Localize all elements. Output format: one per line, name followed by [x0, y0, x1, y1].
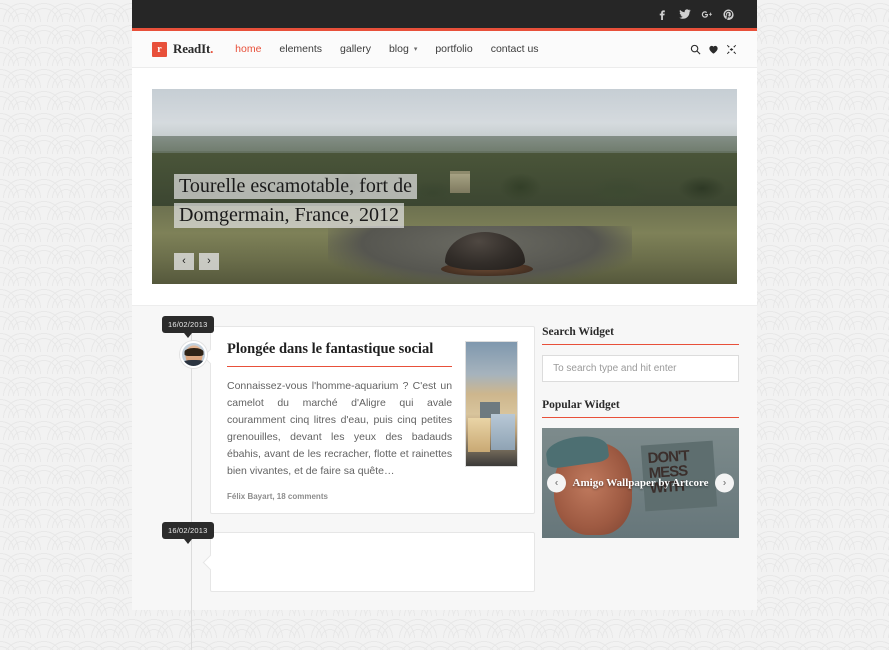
facebook-icon[interactable] — [654, 6, 671, 23]
nav-item-elements[interactable]: elements — [279, 43, 322, 55]
site-logo[interactable]: r ReadIt. — [152, 41, 213, 57]
hero-caption: Tourelle escamotable, fort de Domgermain… — [174, 172, 417, 230]
avatar-hair — [184, 347, 203, 356]
nav-label: portfolio — [435, 43, 473, 55]
top-social-bar — [132, 0, 757, 31]
search-widget-title: Search Widget — [542, 326, 739, 345]
post-date-badge: 16/02/2013 — [162, 522, 214, 544]
site-wrapper: r ReadIt. home elements gallery blog ▾ po… — [132, 0, 757, 650]
sidebar: Search Widget Popular Widget DON'T MESS … — [542, 326, 739, 610]
popular-slide-caption: Amigo Wallpaper by Artcore — [572, 477, 709, 489]
nav-label: gallery — [340, 43, 371, 55]
popular-widget: Popular Widget DON'T MESS WITH Amigo Wal… — [542, 399, 739, 538]
post-card — [210, 532, 536, 592]
nav-item-home[interactable]: home — [235, 43, 261, 55]
nav-item-contact-us[interactable]: contact us — [491, 43, 539, 55]
post-timeline: 16/02/2013 Plongée dans le fantastique s… — [150, 316, 536, 650]
logo-mark: r — [152, 41, 167, 57]
popular-slide[interactable]: DON'T MESS WITH Amigo Wallpaper by Artco… — [542, 428, 739, 538]
hero-prev-button[interactable]: ‹ — [174, 253, 194, 270]
post-body: Plongée dans le fantastique social Conna… — [227, 341, 453, 501]
post-card: Plongée dans le fantastique social Conna… — [210, 326, 536, 514]
search-widget: Search Widget — [542, 326, 739, 382]
hero-caption-line-2: Domgermain, France, 2012 — [174, 203, 404, 228]
avatar[interactable] — [180, 341, 207, 368]
hero-slider-controls: ‹ › — [174, 253, 219, 270]
google-plus-icon[interactable] — [698, 6, 715, 23]
post-excerpt: Connaissez-vous l'homme-aquarium ? C'est… — [227, 380, 453, 477]
post-item: 16/02/2013 Plongée dans le fantastique s… — [162, 316, 536, 514]
hero-shed — [450, 170, 471, 193]
pinterest-icon[interactable] — [720, 6, 737, 23]
post-meta: Félix Bayart, 18 comments — [227, 492, 328, 501]
heart-icon[interactable] — [708, 44, 719, 55]
post-date-badge: 16/02/2013 — [162, 316, 214, 338]
hero-caption-line-1: Tourelle escamotable, fort de — [174, 174, 417, 199]
content-area: 16/02/2013 Plongée dans le fantastique s… — [132, 305, 757, 650]
thumb-building-left — [468, 418, 491, 452]
post-item: 16/02/2013 — [162, 522, 536, 592]
nav-label: contact us — [490, 43, 539, 55]
hero-section: Tourelle escamotable, fort de Domgermain… — [132, 68, 757, 305]
expand-icon[interactable] — [726, 44, 737, 55]
nav-item-portfolio[interactable]: portfolio — [435, 43, 472, 55]
avatar-suit — [182, 360, 205, 366]
hero-slider[interactable]: Tourelle escamotable, fort de Domgermain… — [152, 89, 737, 284]
nav-tools — [690, 44, 737, 55]
chevron-down-icon: ▾ — [413, 45, 418, 53]
nav-label: home — [235, 43, 262, 55]
nav-item-blog[interactable]: blog ▾ — [389, 43, 417, 55]
twitter-icon[interactable] — [676, 6, 693, 23]
popular-artwork-sign-text: DON'T MESS WITH — [647, 447, 690, 498]
hero-next-button[interactable]: › — [199, 253, 219, 270]
main-menu: home elements gallery blog ▾ portfolio co… — [235, 43, 556, 55]
nav-item-gallery[interactable]: gallery — [340, 43, 371, 55]
main-navbar: r ReadIt. home elements gallery blog ▾ po… — [132, 31, 757, 68]
search-icon[interactable] — [690, 44, 701, 55]
nav-label: elements — [279, 43, 323, 55]
post-thumbnail[interactable] — [465, 341, 519, 467]
popular-next-button[interactable]: › — [715, 473, 734, 493]
popular-prev-button[interactable]: ‹ — [547, 473, 567, 493]
post-title[interactable]: Plongée dans le fantastique social — [227, 341, 453, 367]
logo-text: ReadIt. — [173, 41, 214, 56]
search-input[interactable] — [542, 355, 739, 382]
popular-widget-title: Popular Widget — [542, 399, 739, 418]
thumb-building-right — [491, 414, 516, 450]
nav-label: blog — [388, 43, 409, 55]
